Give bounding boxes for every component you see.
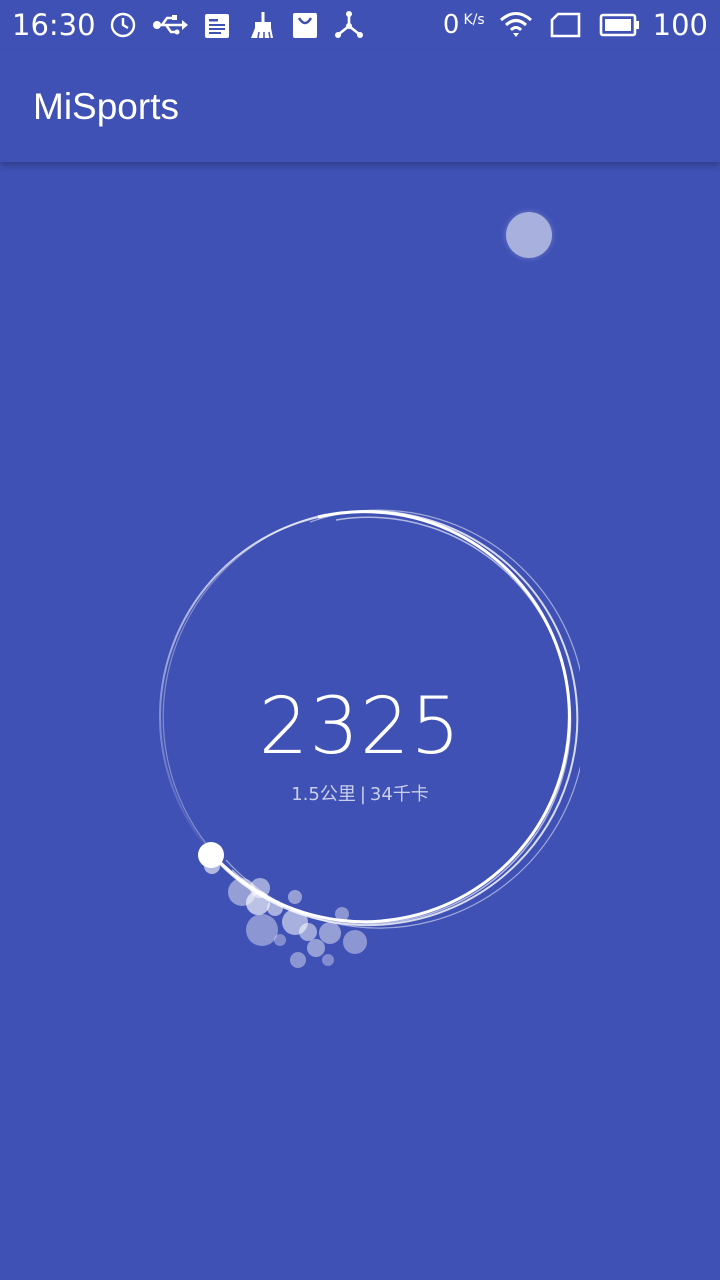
status-time: 16:30 [12,8,96,42]
network-speed-unit: K/s [463,12,485,28]
calories-value: 34千卡 [369,784,429,805]
status-bar-right: 0 K/s 100 [443,0,708,50]
app-bar: MiSports [0,50,720,162]
alarm-icon [108,10,138,40]
shopping-bag-icon [290,10,320,40]
floating-dot[interactable] [506,212,552,258]
app-title: MiSports [33,86,179,127]
summary-separator: | [359,784,366,805]
cleaner-icon [246,10,276,40]
step-summary: 1.5公里 | 34千卡 [0,780,720,806]
wifi-icon [499,10,533,40]
status-bar-left: 16:30 [12,0,378,50]
battery-percentage: 100 [652,8,708,42]
notification-icon [202,10,232,40]
network-speed: 0 K/s [443,10,485,40]
network-speed-value: 0 [442,10,460,40]
sim-card-icon [549,10,583,40]
status-bar: 16:30 0 K/s 100 [0,0,720,50]
app-screen: 16:30 0 K/s 100 MiSports 2325 1.5公里 | 34… [0,0,720,1280]
distance-value: 1.5公里 [291,784,356,805]
step-count: 2325 [258,682,462,772]
share-hub-icon [334,10,364,40]
usb-icon [152,10,188,40]
battery-icon [599,10,641,40]
bubble-trail [204,858,367,968]
